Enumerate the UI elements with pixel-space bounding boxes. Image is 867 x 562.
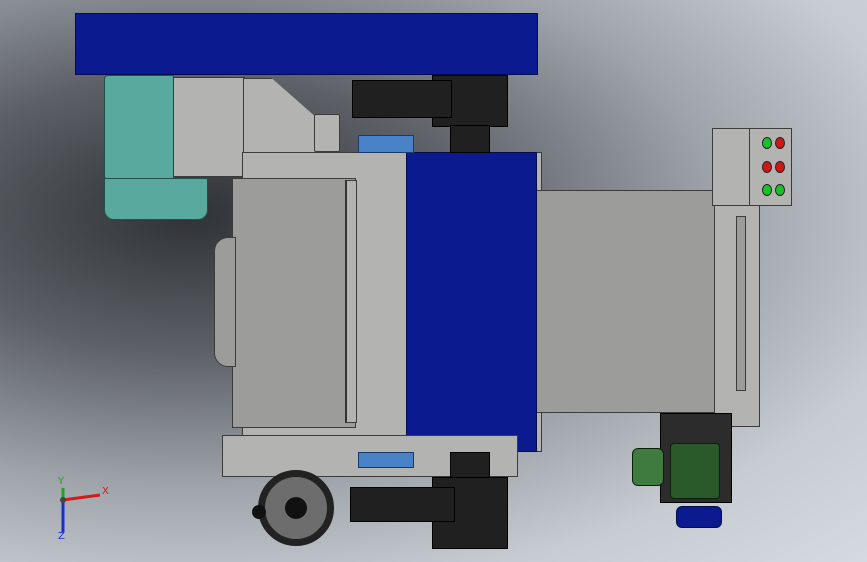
triad-x-label: X	[102, 486, 109, 497]
triad-y-label: Y	[58, 476, 65, 487]
axis-triad	[60, 488, 101, 532]
cad-viewport[interactable]: X Y Z	[0, 0, 867, 562]
triad-z-label: Z	[58, 531, 65, 542]
